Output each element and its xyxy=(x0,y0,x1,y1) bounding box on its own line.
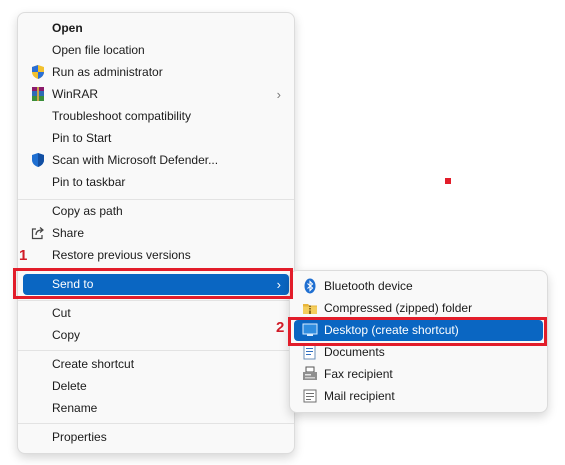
menu-item-label: Troubleshoot compatibility xyxy=(52,109,191,123)
menu-item-pin-to-taskbar[interactable]: Pin to taskbar xyxy=(23,172,289,193)
menu-item-label: Delete xyxy=(52,379,87,393)
context-menu: Open Open file location Run as administr… xyxy=(17,12,295,454)
menu-item-label: Copy as path xyxy=(52,204,123,218)
menu-item-open-file-location[interactable]: Open file location xyxy=(23,40,289,61)
documents-icon xyxy=(302,344,318,360)
winrar-icon xyxy=(30,86,46,102)
menu-item-scan-with-defender[interactable]: Scan with Microsoft Defender... xyxy=(23,150,289,171)
menu-separator xyxy=(18,350,294,351)
menu-item-restore-previous-versions[interactable]: Restore previous versions xyxy=(23,245,289,266)
menu-item-rename[interactable]: Rename xyxy=(23,398,289,419)
menu-item-label: Properties xyxy=(52,430,107,444)
submenu-item-fax-recipient[interactable]: Fax recipient xyxy=(294,364,543,385)
menu-item-properties[interactable]: Properties xyxy=(23,427,289,448)
submenu-item-label: Mail recipient xyxy=(324,389,395,403)
menu-item-label: Pin to taskbar xyxy=(52,175,126,189)
menu-item-copy-as-path[interactable]: Copy as path xyxy=(23,201,289,222)
menu-separator xyxy=(18,423,294,424)
fax-icon xyxy=(302,366,318,382)
menu-item-label: Cut xyxy=(52,306,71,320)
menu-item-label: Share xyxy=(52,226,85,240)
zip-folder-icon xyxy=(302,300,318,316)
menu-item-troubleshoot-compatibility[interactable]: Troubleshoot compatibility xyxy=(23,106,289,127)
menu-item-delete[interactable]: Delete xyxy=(23,376,289,397)
menu-item-label: Open file location xyxy=(52,43,145,57)
submenu-item-mail-recipient[interactable]: Mail recipient xyxy=(294,386,543,407)
submenu-item-label: Bluetooth device xyxy=(324,279,413,293)
menu-item-winrar[interactable]: WinRAR › xyxy=(23,84,289,105)
mail-icon xyxy=(302,388,318,404)
annotation-box-desktop-shortcut xyxy=(288,317,547,346)
menu-item-create-shortcut[interactable]: Create shortcut xyxy=(23,354,289,375)
submenu-item-label: Compressed (zipped) folder xyxy=(324,301,473,315)
menu-item-label: Restore previous versions xyxy=(52,248,191,262)
menu-item-label: Pin to Start xyxy=(52,131,112,145)
menu-separator xyxy=(18,199,294,200)
annotation-step-2-label: 2 xyxy=(276,319,285,336)
menu-item-open[interactable]: Open xyxy=(23,18,289,39)
bluetooth-icon xyxy=(302,278,318,294)
submenu-item-label: Fax recipient xyxy=(324,367,393,381)
menu-item-label: Scan with Microsoft Defender... xyxy=(52,153,219,167)
share-icon xyxy=(30,225,46,241)
menu-item-label: Copy xyxy=(52,328,81,342)
menu-item-label: Open xyxy=(52,21,83,35)
menu-item-label: Create shortcut xyxy=(52,357,135,371)
uac-shield-icon xyxy=(30,64,46,80)
submenu-item-bluetooth-device[interactable]: Bluetooth device xyxy=(294,276,543,297)
red-marker-dot xyxy=(445,178,451,184)
annotation-step-1-label: 1 xyxy=(19,247,28,264)
menu-separator xyxy=(18,300,294,301)
submenu-item-compressed-folder[interactable]: Compressed (zipped) folder xyxy=(294,298,543,319)
chevron-right-icon: › xyxy=(276,87,281,102)
menu-item-label: WinRAR xyxy=(52,87,99,101)
menu-item-label: Rename xyxy=(52,401,98,415)
menu-item-copy[interactable]: Copy xyxy=(23,325,289,346)
annotation-box-send-to xyxy=(13,268,293,299)
menu-item-share[interactable]: Share xyxy=(23,223,289,244)
menu-item-label: Run as administrator xyxy=(52,65,163,79)
defender-shield-icon xyxy=(30,152,46,168)
menu-item-pin-to-start[interactable]: Pin to Start xyxy=(23,128,289,149)
menu-item-cut[interactable]: Cut xyxy=(23,303,289,324)
menu-item-run-as-administrator[interactable]: Run as administrator xyxy=(23,62,289,83)
